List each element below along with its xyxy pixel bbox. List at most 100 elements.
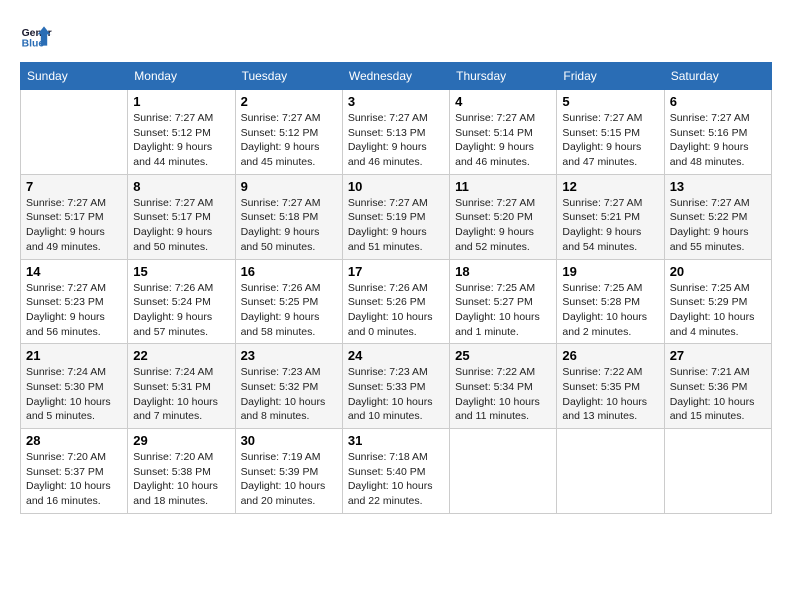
calendar-cell: 2 Sunrise: 7:27 AM Sunset: 5:12 PM Daylig… (235, 90, 342, 175)
day-number: 30 (241, 433, 337, 448)
calendar-cell: 6Sunrise: 7:27 AM Sunset: 5:16 PM Daylig… (664, 90, 771, 175)
calendar-cell: 30 Sunrise: 7:19 AM Sunset: 5:39 PM Dayli… (235, 429, 342, 514)
calendar-cell: 11 Sunrise: 7:27 AM Sunset: 5:20 PM Dayli… (450, 174, 557, 259)
page-header: General Blue (20, 20, 772, 52)
day-info: Sunrise: 7:20 AM Sunset: 5:38 PM Dayligh… (133, 450, 229, 509)
weekday-header: Saturday (664, 63, 771, 90)
weekday-header: Wednesday (342, 63, 449, 90)
day-number: 24 (348, 348, 444, 363)
calendar-cell: 27 Sunrise: 7:21 AM Sunset: 5:36 PM Dayli… (664, 344, 771, 429)
day-number: 8 (133, 179, 229, 194)
day-info: Sunrise: 7:27 AM Sunset: 5:18 PM Dayligh… (241, 196, 337, 255)
day-number: 16 (241, 264, 337, 279)
day-info: Sunrise: 7:27 AM Sunset: 5:16 PM Dayligh… (670, 111, 766, 170)
day-info: Sunrise: 7:27 AM Sunset: 5:23 PM Dayligh… (26, 281, 122, 340)
day-number: 17 (348, 264, 444, 279)
day-info: Sunrise: 7:27 AM Sunset: 5:17 PM Dayligh… (133, 196, 229, 255)
calendar-cell: 14Sunrise: 7:27 AM Sunset: 5:23 PM Dayli… (21, 259, 128, 344)
calendar-cell: 4 Sunrise: 7:27 AM Sunset: 5:14 PM Daylig… (450, 90, 557, 175)
day-number: 2 (241, 94, 337, 109)
day-number: 9 (241, 179, 337, 194)
calendar-week-row: 1 Sunrise: 7:27 AM Sunset: 5:12 PM Daylig… (21, 90, 772, 175)
calendar-cell: 7Sunrise: 7:27 AM Sunset: 5:17 PM Daylig… (21, 174, 128, 259)
day-number: 7 (26, 179, 122, 194)
day-info: Sunrise: 7:27 AM Sunset: 5:12 PM Dayligh… (133, 111, 229, 170)
day-info: Sunrise: 7:27 AM Sunset: 5:14 PM Dayligh… (455, 111, 551, 170)
day-number: 18 (455, 264, 551, 279)
day-number: 31 (348, 433, 444, 448)
day-info: Sunrise: 7:23 AM Sunset: 5:33 PM Dayligh… (348, 365, 444, 424)
calendar-cell: 21 Sunrise: 7:24 AM Sunset: 5:30 PM Dayli… (21, 344, 128, 429)
day-info: Sunrise: 7:21 AM Sunset: 5:36 PM Dayligh… (670, 365, 766, 424)
day-info: Sunrise: 7:27 AM Sunset: 5:15 PM Dayligh… (562, 111, 658, 170)
day-number: 25 (455, 348, 551, 363)
calendar-cell: 13 Sunrise: 7:27 AM Sunset: 5:22 PM Dayli… (664, 174, 771, 259)
calendar-cell: 3 Sunrise: 7:27 AM Sunset: 5:13 PM Daylig… (342, 90, 449, 175)
day-number: 27 (670, 348, 766, 363)
calendar-week-row: 28 Sunrise: 7:20 AM Sunset: 5:37 PM Dayli… (21, 429, 772, 514)
day-info: Sunrise: 7:25 AM Sunset: 5:29 PM Dayligh… (670, 281, 766, 340)
day-number: 10 (348, 179, 444, 194)
calendar-week-row: 7 Sunrise: 7:27 AM Sunset: 5:17 PM Daylig… (21, 174, 772, 259)
day-number: 15 (133, 264, 229, 279)
calendar-cell: 23Sunrise: 7:23 AM Sunset: 5:32 PM Dayli… (235, 344, 342, 429)
day-info: Sunrise: 7:27 AM Sunset: 5:19 PM Dayligh… (348, 196, 444, 255)
day-info: Sunrise: 7:24 AM Sunset: 5:31 PM Dayligh… (133, 365, 229, 424)
calendar-cell (557, 429, 664, 514)
calendar-cell: 18Sunrise: 7:25 AM Sunset: 5:27 PM Dayli… (450, 259, 557, 344)
day-info: Sunrise: 7:18 AM Sunset: 5:40 PM Dayligh… (348, 450, 444, 509)
weekday-header: Friday (557, 63, 664, 90)
calendar-cell: 24 Sunrise: 7:23 AM Sunset: 5:33 PM Dayli… (342, 344, 449, 429)
calendar-cell: 17 Sunrise: 7:26 AM Sunset: 5:26 PM Dayli… (342, 259, 449, 344)
day-number: 12 (562, 179, 658, 194)
day-number: 4 (455, 94, 551, 109)
calendar-cell (664, 429, 771, 514)
weekday-header: Tuesday (235, 63, 342, 90)
calendar-cell: 19 Sunrise: 7:25 AM Sunset: 5:28 PM Dayli… (557, 259, 664, 344)
day-number: 21 (26, 348, 122, 363)
logo-icon: General Blue (20, 20, 52, 52)
day-info: Sunrise: 7:20 AM Sunset: 5:37 PM Dayligh… (26, 450, 122, 509)
calendar-cell: 5Sunrise: 7:27 AM Sunset: 5:15 PM Daylig… (557, 90, 664, 175)
day-number: 26 (562, 348, 658, 363)
day-info: Sunrise: 7:26 AM Sunset: 5:26 PM Dayligh… (348, 281, 444, 340)
calendar-cell: 20Sunrise: 7:25 AM Sunset: 5:29 PM Dayli… (664, 259, 771, 344)
day-number: 3 (348, 94, 444, 109)
day-info: Sunrise: 7:26 AM Sunset: 5:25 PM Dayligh… (241, 281, 337, 340)
calendar-cell: 25 Sunrise: 7:22 AM Sunset: 5:34 PM Dayli… (450, 344, 557, 429)
day-info: Sunrise: 7:22 AM Sunset: 5:35 PM Dayligh… (562, 365, 658, 424)
day-number: 22 (133, 348, 229, 363)
calendar-cell: 29 Sunrise: 7:20 AM Sunset: 5:38 PM Dayli… (128, 429, 235, 514)
day-info: Sunrise: 7:27 AM Sunset: 5:13 PM Dayligh… (348, 111, 444, 170)
day-number: 1 (133, 94, 229, 109)
day-number: 19 (562, 264, 658, 279)
day-info: Sunrise: 7:25 AM Sunset: 5:28 PM Dayligh… (562, 281, 658, 340)
day-info: Sunrise: 7:24 AM Sunset: 5:30 PM Dayligh… (26, 365, 122, 424)
day-info: Sunrise: 7:27 AM Sunset: 5:22 PM Dayligh… (670, 196, 766, 255)
day-info: Sunrise: 7:27 AM Sunset: 5:12 PM Dayligh… (241, 111, 337, 170)
day-info: Sunrise: 7:27 AM Sunset: 5:20 PM Dayligh… (455, 196, 551, 255)
calendar-cell: 15Sunrise: 7:26 AM Sunset: 5:24 PM Dayli… (128, 259, 235, 344)
calendar-cell (450, 429, 557, 514)
day-number: 11 (455, 179, 551, 194)
day-info: Sunrise: 7:19 AM Sunset: 5:39 PM Dayligh… (241, 450, 337, 509)
weekday-header-row: SundayMondayTuesdayWednesdayThursdayFrid… (21, 63, 772, 90)
day-info: Sunrise: 7:22 AM Sunset: 5:34 PM Dayligh… (455, 365, 551, 424)
weekday-header: Thursday (450, 63, 557, 90)
calendar-week-row: 14Sunrise: 7:27 AM Sunset: 5:23 PM Dayli… (21, 259, 772, 344)
day-number: 23 (241, 348, 337, 363)
calendar-cell: 12Sunrise: 7:27 AM Sunset: 5:21 PM Dayli… (557, 174, 664, 259)
calendar-cell: 8 Sunrise: 7:27 AM Sunset: 5:17 PM Daylig… (128, 174, 235, 259)
calendar-cell: 9 Sunrise: 7:27 AM Sunset: 5:18 PM Daylig… (235, 174, 342, 259)
calendar-cell: 26 Sunrise: 7:22 AM Sunset: 5:35 PM Dayli… (557, 344, 664, 429)
day-number: 28 (26, 433, 122, 448)
calendar-cell (21, 90, 128, 175)
calendar-cell: 10 Sunrise: 7:27 AM Sunset: 5:19 PM Dayli… (342, 174, 449, 259)
calendar-cell: 16 Sunrise: 7:26 AM Sunset: 5:25 PM Dayli… (235, 259, 342, 344)
calendar-cell: 1 Sunrise: 7:27 AM Sunset: 5:12 PM Daylig… (128, 90, 235, 175)
day-number: 13 (670, 179, 766, 194)
weekday-header: Monday (128, 63, 235, 90)
day-number: 29 (133, 433, 229, 448)
calendar-cell: 22 Sunrise: 7:24 AM Sunset: 5:31 PM Dayli… (128, 344, 235, 429)
calendar-cell: 31 Sunrise: 7:18 AM Sunset: 5:40 PM Dayli… (342, 429, 449, 514)
